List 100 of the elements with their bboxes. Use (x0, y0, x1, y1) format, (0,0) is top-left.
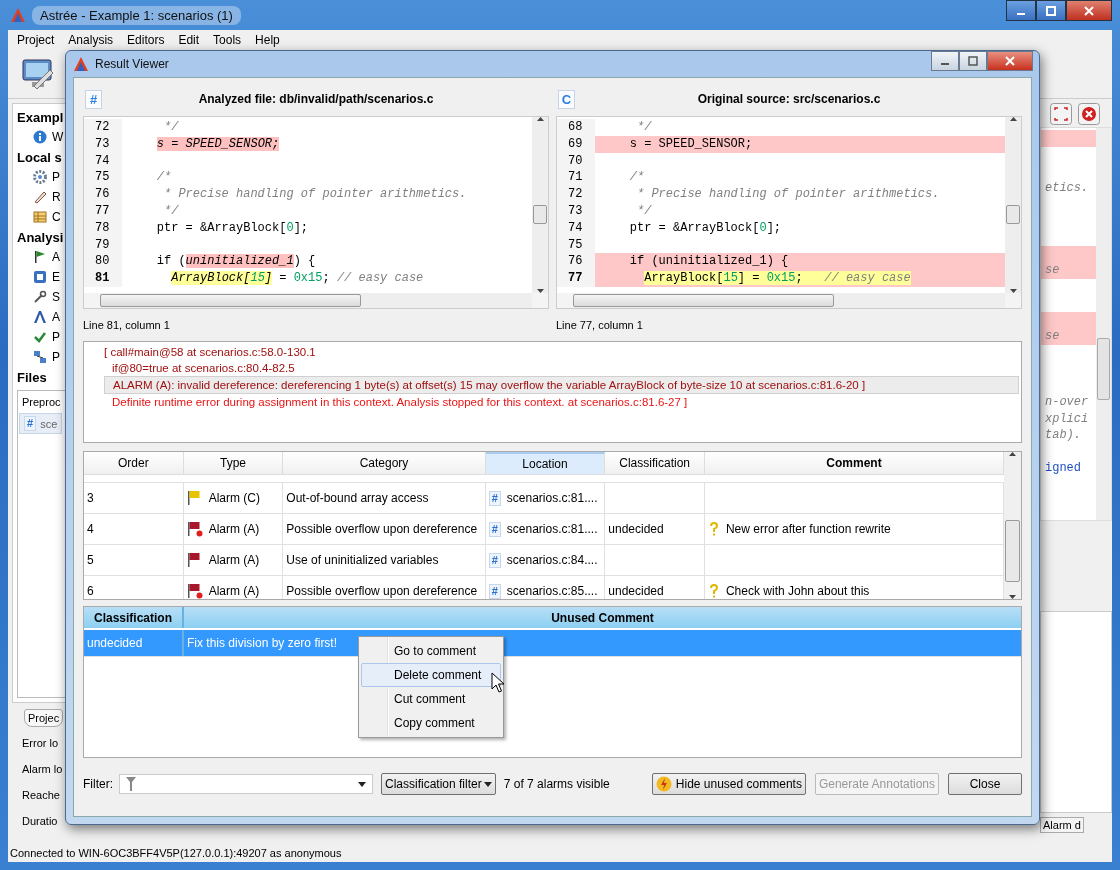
section-heading: Exampl (17, 110, 64, 125)
sidebar-item[interactable]: W (52, 129, 64, 144)
table-cell: 5 (84, 545, 184, 575)
caret-icon (483, 781, 492, 787)
line-number: 81 (84, 270, 122, 287)
down-arrow-icon[interactable] (1009, 289, 1017, 293)
sidebar-item[interactable]: C (52, 209, 61, 224)
cursor-position: Line 77, column 1 (556, 318, 644, 333)
code-line: if (uninitialized_1) { (155, 253, 317, 271)
table-cell: undecided (605, 514, 705, 544)
project-tab[interactable]: Projec (24, 709, 64, 727)
code-line: */ (163, 203, 180, 220)
maximize-button[interactable] (1036, 0, 1066, 21)
column-header[interactable]: Category (283, 452, 486, 474)
close-icon[interactable] (1078, 103, 1100, 125)
column-header[interactable]: Classification (84, 607, 184, 628)
sidebar-item[interactable]: A (52, 249, 60, 264)
column-header[interactable]: Classification (605, 452, 705, 474)
file-badge: # (488, 583, 501, 599)
scroll-thumb[interactable] (533, 205, 547, 224)
location-text: scenarios.c:81.... (506, 491, 598, 505)
pencil-icon (33, 189, 47, 204)
scroll-thumb[interactable] (1097, 338, 1110, 400)
up-arrow-icon[interactable] (1009, 452, 1016, 456)
close-button[interactable] (1066, 0, 1112, 21)
up-arrow-icon[interactable] (536, 117, 544, 121)
dialog-title: Result Viewer (95, 57, 169, 71)
scrollbar[interactable] (1005, 117, 1021, 293)
table-cell-text: Fix this division by zero first! (186, 635, 338, 652)
column-header[interactable]: Order (84, 452, 184, 474)
minimize-icon (941, 63, 949, 65)
stat-label: Error lo (22, 737, 59, 751)
sidebar-item[interactable]: R (52, 189, 61, 204)
code-line: * Precise handling of pointer arithmetics. (163, 186, 468, 203)
monitor-icon[interactable] (20, 56, 56, 92)
scroll-thumb[interactable] (1005, 520, 1020, 582)
minimize-button[interactable] (1006, 0, 1036, 21)
font-icon (33, 309, 47, 324)
sidebar-item[interactable]: P (52, 329, 60, 344)
scrollbar[interactable] (100, 293, 532, 308)
scrollbar[interactable] (573, 293, 1005, 308)
table-cell: Use of uninitialized variables (283, 545, 486, 575)
scroll-thumb[interactable] (100, 294, 362, 307)
sidebar-item[interactable]: E (52, 269, 60, 284)
scroll-thumb[interactable] (1006, 205, 1020, 224)
file-badge: C (558, 90, 575, 109)
up-arrow-icon[interactable] (1009, 117, 1017, 121)
minimize-icon (1017, 12, 1025, 15)
files-tab[interactable]: Preproc (19, 394, 64, 410)
cursor-icon (491, 672, 505, 694)
menu-item[interactable]: Edit (171, 33, 207, 47)
menu-item[interactable]: Tools (206, 33, 249, 47)
menu-item[interactable]: Editors (120, 33, 172, 47)
sidebar-item[interactable]: P (52, 349, 60, 364)
table-cell: 4 (84, 514, 184, 544)
line-number: 72 (84, 119, 122, 136)
line-number: 71 (557, 169, 595, 187)
file-item[interactable]: # sce (19, 413, 63, 434)
message-line[interactable]: Definite runtime error during assignment in this context. Analysis stopped for this context. at scenarios.c:81.6-27 ] (104, 394, 1019, 410)
menu-item[interactable]: Copy comment (361, 711, 501, 735)
menu-item[interactable]: Analysis (61, 33, 121, 47)
menu-item[interactable]: Cut comment (361, 687, 501, 711)
down-arrow-icon[interactable] (536, 289, 544, 293)
message-line[interactable]: if@80=true at scenarios.c:80.4-82.5 (104, 360, 1019, 376)
menu-item[interactable]: Project (10, 33, 62, 47)
sidebar-item[interactable]: S (52, 289, 60, 304)
filter-field[interactable] (119, 774, 373, 794)
scrollbar[interactable] (532, 117, 548, 293)
menu-item[interactable]: Help (248, 33, 287, 47)
square-icon (33, 269, 47, 284)
classification-filter-button[interactable]: Classification filter (381, 773, 496, 795)
line-number: 76 (84, 186, 122, 203)
location-text: scenarios.c:85.... (506, 584, 598, 598)
line-number: 75 (84, 169, 122, 187)
sidebar-item[interactable]: A (52, 309, 60, 324)
message-line[interactable]: [ call#main@58 at scenarios.c:58.0-130.1 (104, 344, 1019, 360)
scrollbar[interactable] (1096, 128, 1111, 520)
alarm-type: Alarm (A) (208, 553, 260, 567)
action-button[interactable]: Close (948, 773, 1022, 795)
menu-item[interactable]: Delete comment (361, 663, 501, 687)
column-header[interactable]: Comment (704, 452, 1004, 474)
funnel-icon (126, 776, 136, 792)
code-line: etics. (1044, 179, 1090, 196)
tab[interactable]: Alarm d (1040, 817, 1084, 833)
sidebar-item[interactable]: P (52, 169, 60, 184)
window-title: Astrée - Example 1: scenarios (1) (32, 5, 241, 25)
column-header[interactable]: Location (485, 452, 606, 474)
code-line: /* (628, 169, 646, 187)
scrollbar[interactable] (1004, 452, 1021, 599)
down-arrow-icon[interactable] (1009, 595, 1016, 599)
question-icon (707, 521, 720, 537)
scroll-thumb[interactable] (573, 294, 835, 307)
minimize-button[interactable] (931, 51, 959, 71)
stat-label: Alarm lo (22, 763, 63, 777)
maximize-icon (1046, 5, 1056, 16)
column-header[interactable]: Type (183, 452, 284, 474)
column-header[interactable]: Unused Comment (184, 607, 1021, 628)
fullscreen-icon[interactable] (1050, 103, 1072, 125)
action-button[interactable]: Hide unused comments (651, 773, 806, 795)
close-icon (1005, 56, 1015, 66)
